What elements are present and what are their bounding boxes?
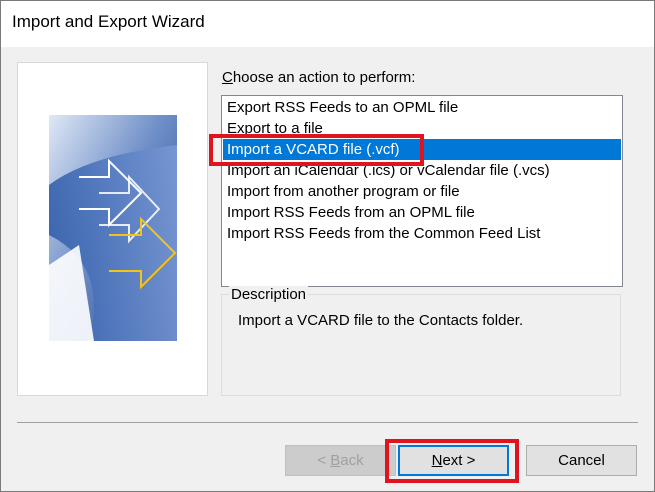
description-text: Import a VCARD file to the Contacts fold… xyxy=(238,312,524,329)
action-import-rss-opml[interactable]: Import RSS Feeds from an OPML file xyxy=(223,202,621,223)
action-export-to-file[interactable]: Export to a file xyxy=(223,118,621,139)
window-title: Import and Export Wizard xyxy=(12,12,205,31)
description-label: Description xyxy=(229,286,309,303)
action-export-rss-opml[interactable]: Export RSS Feeds to an OPML file xyxy=(223,97,621,118)
wizard-illustration-panel xyxy=(17,62,208,396)
action-listbox[interactable]: Export RSS Feeds to an OPML file Export … xyxy=(221,95,623,287)
next-button[interactable]: Next > xyxy=(398,445,509,476)
cancel-button[interactable]: Cancel xyxy=(526,445,637,476)
title-bar: Import and Export Wizard xyxy=(1,1,654,47)
action-import-vcard[interactable]: Import a VCARD file (.vcf) xyxy=(223,139,621,160)
choose-action-label: Choose an action to perform: xyxy=(222,69,416,86)
action-import-icalendar[interactable]: Import an iCalendar (.ics) or vCalendar … xyxy=(223,160,621,181)
wizard-arrows-illustration xyxy=(49,115,177,341)
action-import-from-program[interactable]: Import from another program or file xyxy=(223,181,621,202)
action-import-rss-common-feed[interactable]: Import RSS Feeds from the Common Feed Li… xyxy=(223,223,621,244)
description-group xyxy=(221,294,621,396)
button-separator xyxy=(17,422,638,423)
back-button[interactable]: < Back xyxy=(285,445,396,476)
